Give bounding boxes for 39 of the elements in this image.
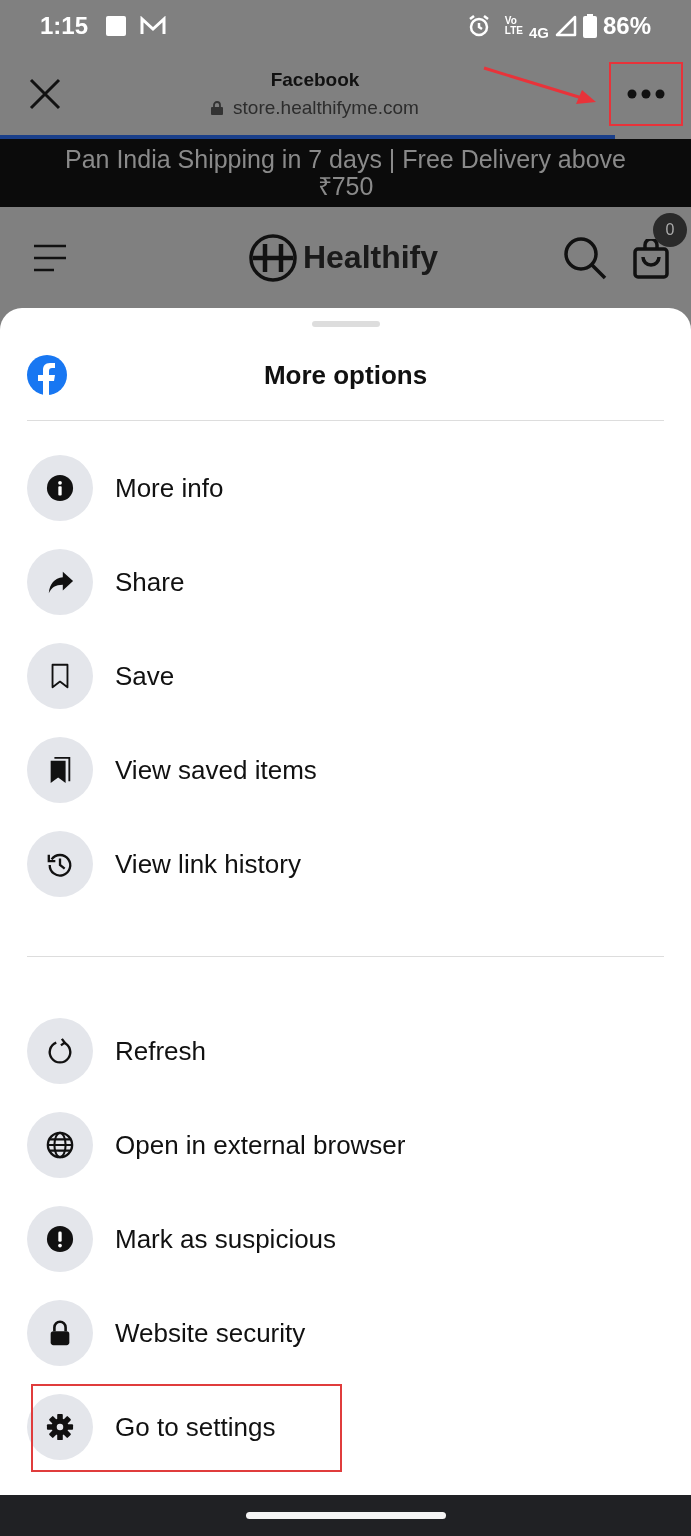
signal-icon xyxy=(554,15,577,37)
facebook-logo-icon xyxy=(27,355,67,395)
more-button[interactable] xyxy=(609,61,683,126)
lock-icon xyxy=(211,100,224,115)
menu-item[interactable]: Website security xyxy=(27,1286,664,1380)
logo-icon xyxy=(248,233,297,282)
volte-label: LTE xyxy=(504,26,523,36)
shipping-banner-text: Pan India Shipping in 7 days | Free Delivery above ₹750 xyxy=(64,146,627,200)
menu-item[interactable]: Go to settings xyxy=(27,1380,664,1474)
menu-icon[interactable] xyxy=(32,243,68,272)
cart-count-badge: 0 xyxy=(653,212,687,247)
refresh-icon xyxy=(46,1037,74,1065)
alert-icon xyxy=(46,1225,74,1253)
clock-time: 1:15 xyxy=(40,12,89,40)
menu-item[interactable]: View link history xyxy=(27,817,664,911)
drag-handle[interactable] xyxy=(311,321,380,327)
menu-item[interactable]: Mark as suspicious xyxy=(27,1192,664,1286)
menu-item[interactable]: Refresh xyxy=(27,1004,664,1098)
battery-percent: 86% xyxy=(602,12,651,40)
logo-text: Healthify xyxy=(302,239,439,276)
more-icon xyxy=(627,88,665,99)
page-url: store.healthifyme.com xyxy=(233,96,419,119)
mail-icon xyxy=(140,16,167,36)
page-title: Facebook xyxy=(270,68,360,91)
close-icon[interactable] xyxy=(29,77,61,110)
battery-icon xyxy=(582,14,597,38)
bag-icon[interactable] xyxy=(633,238,669,279)
network-label: 4G xyxy=(528,23,549,41)
menu-item[interactable]: Save xyxy=(27,629,664,723)
info-icon xyxy=(46,474,74,502)
menu-item[interactable]: Share xyxy=(27,535,664,629)
search-icon[interactable] xyxy=(563,235,607,280)
menu-item[interactable]: View saved items xyxy=(27,723,664,817)
globe-icon xyxy=(46,1131,74,1159)
volte-label: Vo xyxy=(504,16,518,26)
menu-item[interactable]: Open in external browser xyxy=(27,1098,664,1192)
square-icon xyxy=(106,16,127,36)
menu-item[interactable]: More info xyxy=(27,441,664,535)
sheet-title: More options xyxy=(263,359,428,391)
